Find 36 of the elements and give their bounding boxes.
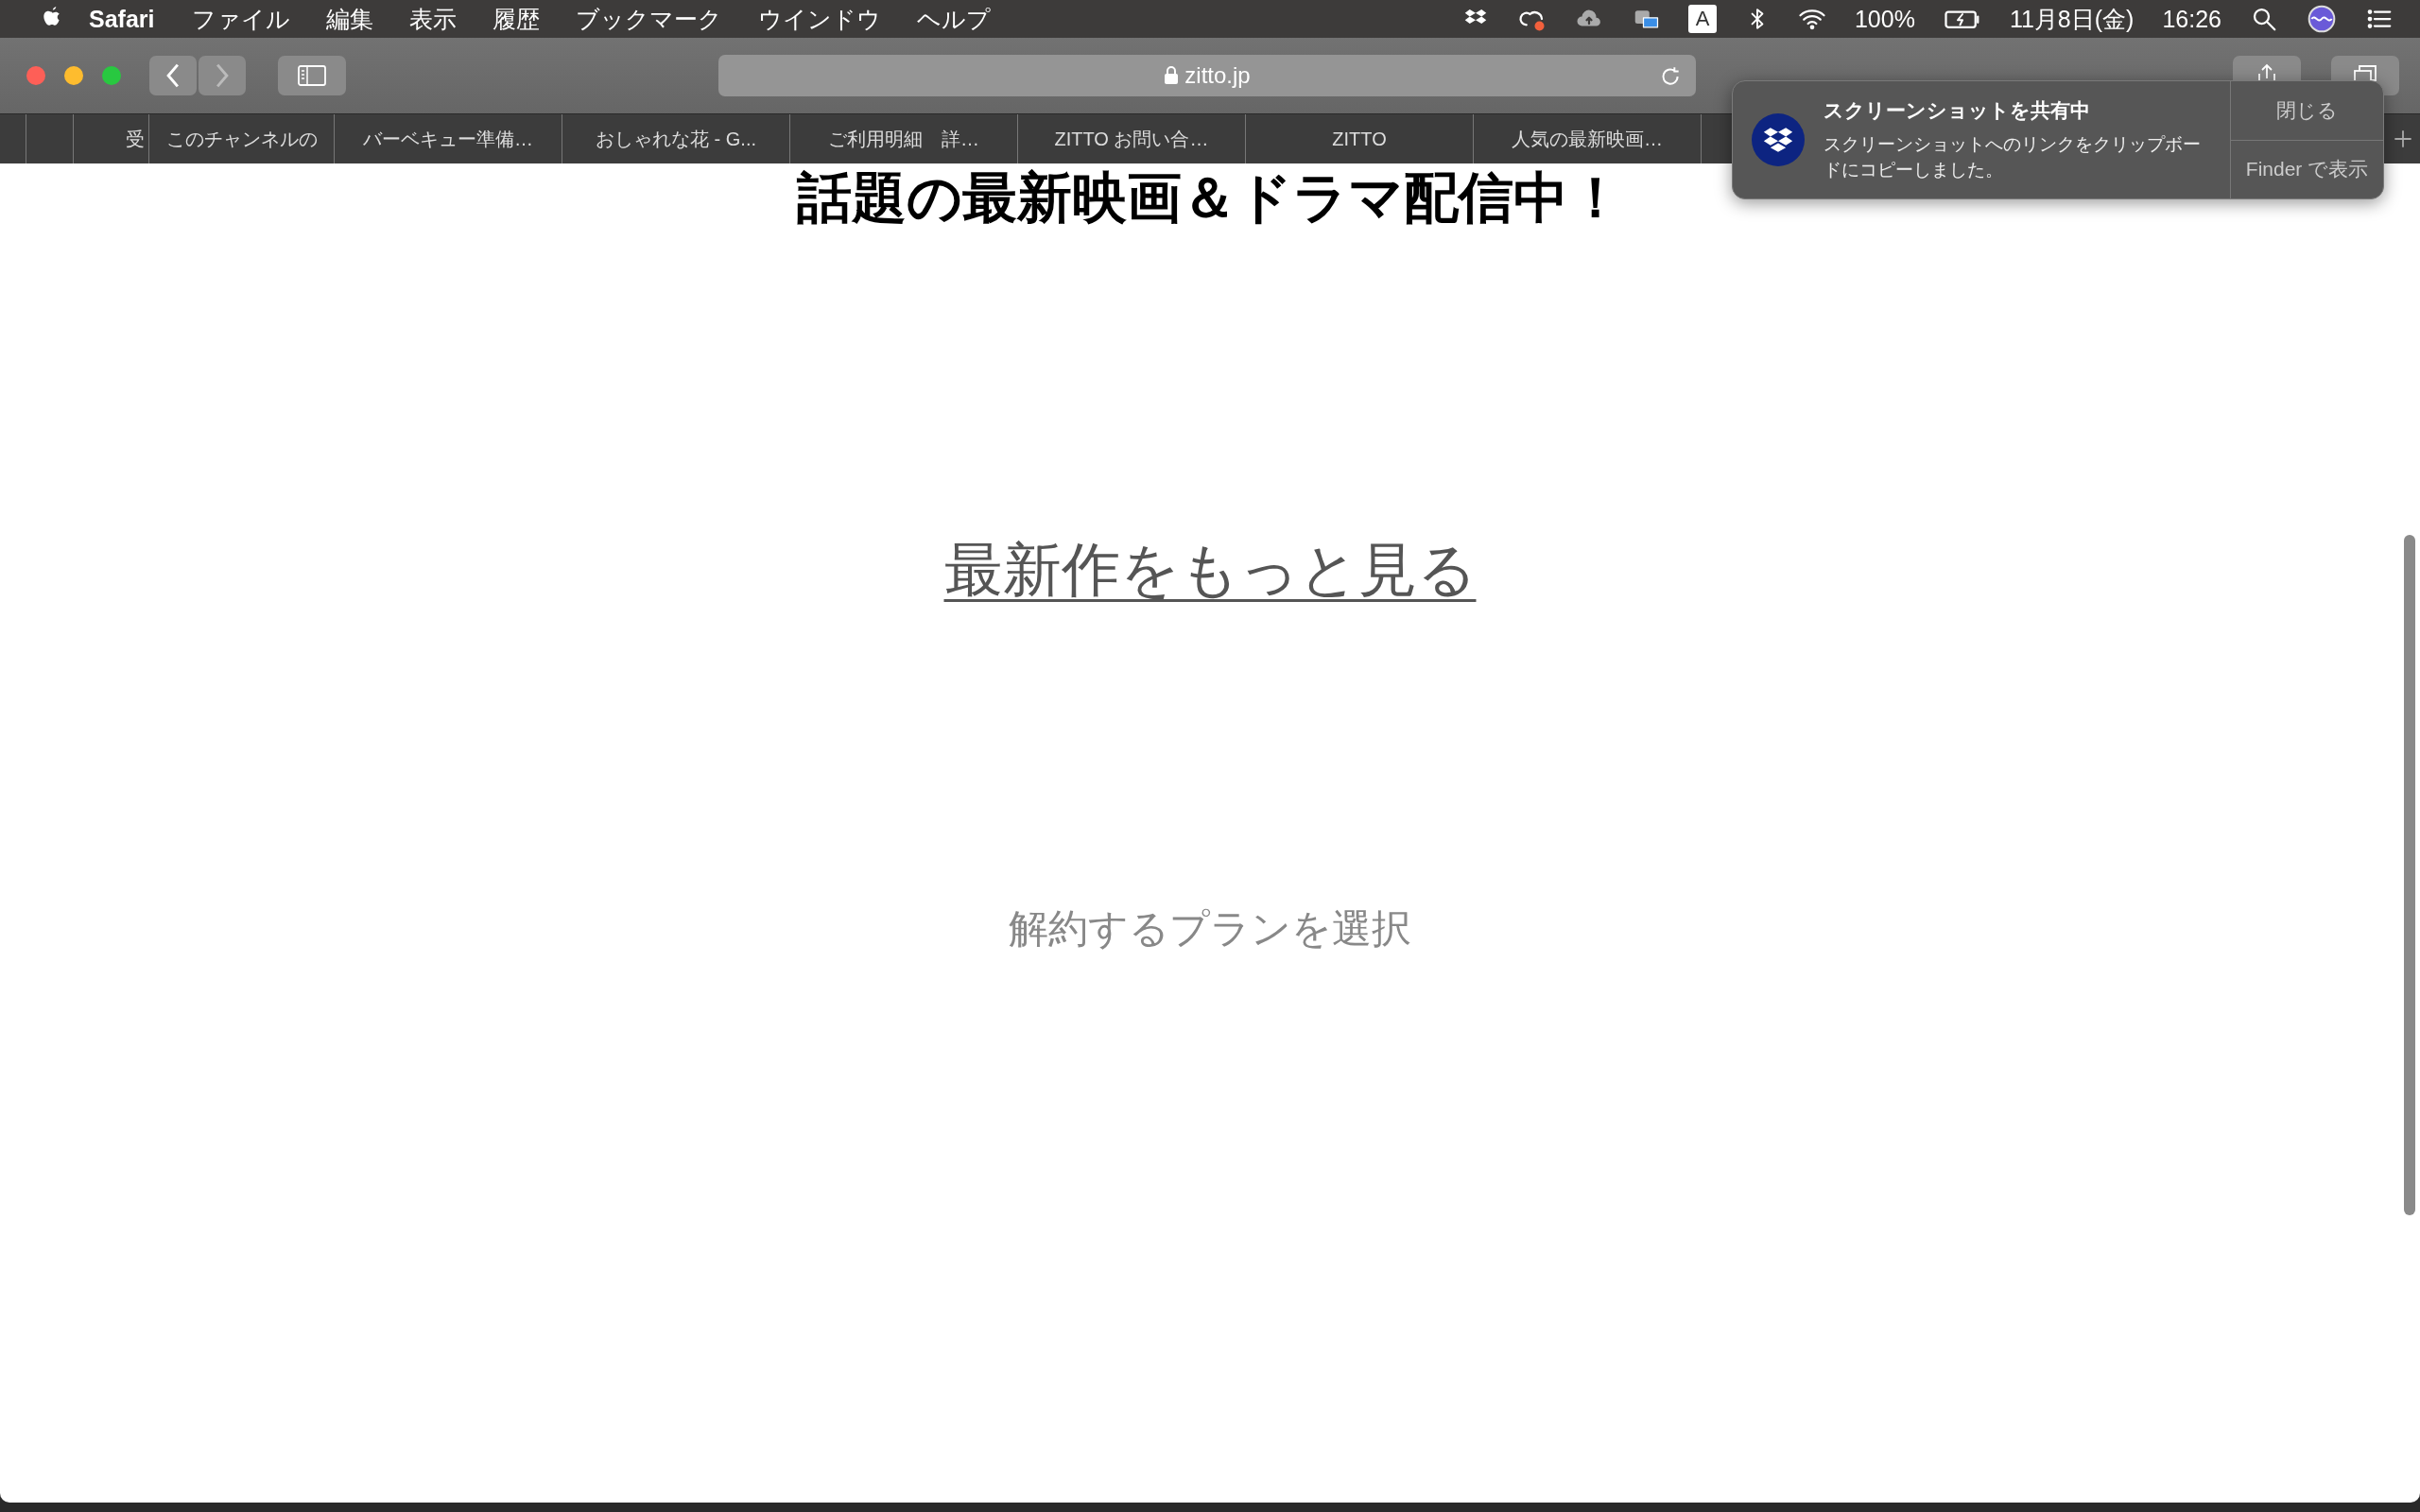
notification-title: スクリーンショットを共有中 bbox=[1824, 98, 2091, 123]
browser-tab[interactable]: ZITTO bbox=[1246, 114, 1474, 163]
lock-icon bbox=[1164, 66, 1180, 85]
dropbox-logo-icon bbox=[1752, 113, 1805, 166]
browser-tab[interactable]: ご利用明細 詳… bbox=[790, 114, 1018, 163]
select-plan-text: 解約するプランを選択 bbox=[1009, 905, 1411, 953]
browser-tab[interactable]: ZITTO お問い合… bbox=[1018, 114, 1246, 163]
page-heading: 話題の最新映画＆ドラマ配信中！ bbox=[797, 165, 1623, 230]
menu-bar-date[interactable]: 11月8日(金) bbox=[2009, 3, 2135, 35]
browser-tab[interactable]: おしゃれな花 - G... bbox=[562, 114, 790, 163]
menu-item[interactable]: 履歴 bbox=[493, 3, 541, 35]
input-source-indicator[interactable]: A bbox=[1687, 5, 1717, 33]
browser-tab[interactable]: 人気の最新映画… bbox=[1474, 114, 1702, 163]
minimize-window-button[interactable] bbox=[64, 66, 83, 85]
back-button[interactable] bbox=[149, 56, 197, 95]
more-titles-link[interactable]: 最新作をもっと見る bbox=[943, 532, 1477, 608]
menu-item[interactable]: ウインドウ bbox=[758, 3, 882, 35]
app-menu[interactable]: Safari bbox=[89, 5, 155, 33]
menu-item[interactable]: ファイル bbox=[192, 3, 291, 35]
notification-action[interactable]: 閉じる bbox=[2231, 81, 2383, 140]
siri-icon[interactable] bbox=[2307, 4, 2337, 34]
menu-bar-time[interactable]: 16:26 bbox=[2162, 5, 2221, 33]
notification-action[interactable]: Finder で表示 bbox=[2231, 139, 2383, 198]
browser-tab[interactable]: このチャンネルの bbox=[149, 114, 335, 163]
menu-item[interactable]: ヘルプ bbox=[917, 3, 992, 35]
menu-item[interactable]: 表示 bbox=[409, 3, 458, 35]
menu-item[interactable]: 編集 bbox=[326, 3, 374, 35]
menu-item[interactable]: ブックマーク bbox=[576, 3, 723, 35]
sidebar-button[interactable] bbox=[278, 56, 346, 95]
notification-message: スクリーンショットへのリンクをクリップボードにコピーしました。 bbox=[1824, 133, 2202, 181]
browser-tab[interactable]: 受 bbox=[74, 114, 149, 163]
new-tab-icon[interactable] bbox=[2392, 128, 2414, 150]
scrollbar[interactable] bbox=[2404, 535, 2415, 1215]
battery-percentage[interactable]: 100% bbox=[1854, 5, 1915, 33]
sidebar-icon bbox=[298, 65, 326, 86]
browser-tab[interactable]: バーベキュー準備… bbox=[335, 114, 562, 163]
